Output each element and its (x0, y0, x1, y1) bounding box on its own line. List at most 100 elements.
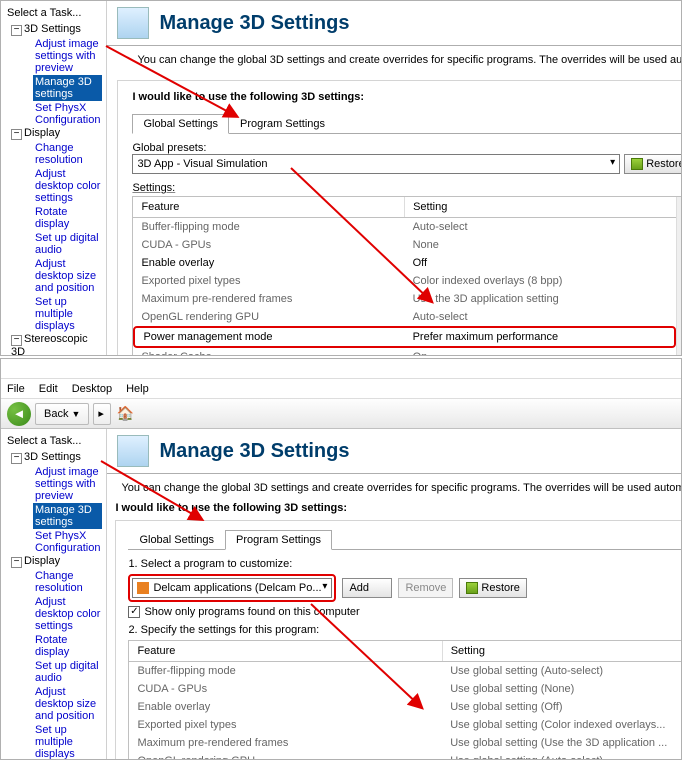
tree-toggle[interactable]: − (11, 129, 22, 140)
tree-link[interactable]: Set up multiple displays (33, 723, 102, 760)
nvidia-icon (631, 158, 643, 170)
cell-setting: Use the 3D application setting (405, 290, 676, 308)
program-dropdown[interactable]: Delcam applications (Delcam Po... (132, 578, 332, 598)
table-row[interactable]: Shader CacheOn (133, 348, 675, 356)
table-row[interactable]: Exported pixel typesUse global setting (… (129, 716, 682, 734)
cell-setting: On (405, 348, 676, 356)
add-button[interactable]: Add (342, 578, 392, 598)
settings-table: Feature Setting Buffer-flipping modeUse … (128, 640, 682, 760)
cell-setting: Use global setting (Auto-select) (442, 752, 682, 760)
tree-link[interactable]: Set up multiple displays (33, 295, 102, 333)
table-row[interactable]: CUDA - GPUsNone (133, 236, 675, 254)
tab-global-settings[interactable]: Global Settings (132, 114, 229, 134)
menu-edit[interactable]: Edit (39, 383, 58, 395)
tree-link[interactable]: Manage 3D settings (33, 75, 102, 101)
table-header: Feature Setting (129, 641, 682, 662)
tree-link[interactable]: Rotate display (33, 205, 102, 231)
show-only-checkbox[interactable]: ✓ (128, 606, 140, 618)
tree-link[interactable]: Rotate display (33, 633, 102, 659)
tree-toggle[interactable]: − (11, 557, 22, 568)
tree-link[interactable]: Set up digital audio (33, 659, 102, 685)
cell-setting: Auto-select (405, 218, 676, 236)
tab-program-settings[interactable]: Program Settings (225, 530, 332, 550)
table-row[interactable]: Exported pixel typesColor indexed overla… (133, 272, 675, 290)
home-button[interactable]: 🏠 (115, 404, 135, 424)
table-header: Feature Setting (133, 197, 675, 218)
sidebar: Select a Task... −3D SettingsAdjust imag… (1, 1, 107, 355)
restore-button[interactable]: Restore (624, 154, 682, 174)
cell-feature: Enable overlay (129, 698, 442, 716)
tree-link[interactable]: Change resolution (33, 141, 102, 167)
page-description: You can change the global 3D settings an… (107, 474, 682, 502)
cell-setting: Use global setting (Color indexed overla… (442, 716, 682, 734)
back-button[interactable]: ◄ (7, 402, 31, 426)
cell-feature: Maximum pre-rendered frames (133, 290, 404, 308)
tree-toggle[interactable]: − (11, 25, 22, 36)
app-icon (137, 582, 149, 594)
preset-row: 3D App - Visual Simulation Restore (132, 154, 682, 174)
show-only-label: Show only programs found on this compute… (144, 606, 359, 618)
tree-group-label: 3D Settings (24, 23, 81, 35)
tree-toggle[interactable]: − (11, 453, 22, 464)
step-2-label: 2. Specify the settings for this program… (128, 624, 682, 636)
scrollbar[interactable] (676, 197, 682, 356)
page-header: Manage 3D Settings (107, 1, 682, 46)
cell-feature: OpenGL rendering GPU (129, 752, 442, 760)
tree-link[interactable]: Adjust desktop size and position (33, 257, 102, 295)
tab-global-settings[interactable]: Global Settings (128, 530, 225, 550)
back-label-button[interactable]: Back ▼ (35, 403, 89, 425)
cell-setting: None (405, 236, 676, 254)
table-row[interactable]: Buffer-flipping modeAuto-select (133, 218, 675, 236)
table-row[interactable]: OpenGL rendering GPUUse global setting (… (129, 752, 682, 760)
panel-global-settings: Select a Task... −3D SettingsAdjust imag… (0, 0, 682, 356)
table-row[interactable]: Buffer-flipping modeUse global setting (… (129, 662, 682, 680)
tree-link[interactable]: Adjust desktop color settings (33, 595, 102, 633)
tree-link[interactable]: Change resolution (33, 569, 102, 595)
tree-link[interactable]: Adjust desktop color settings (33, 167, 102, 205)
panel-program-settings: File Edit Desktop Help ◄ Back ▼ ▸ 🏠 Sele… (0, 358, 682, 760)
cell-feature: Shader Cache (133, 348, 404, 356)
table-row[interactable]: Enable overlayUse global setting (Off) (129, 698, 682, 716)
table-row[interactable]: Maximum pre-rendered framesUse global se… (129, 734, 682, 752)
tree-group-label: Display (24, 127, 60, 139)
cell-setting: Auto-select (405, 308, 676, 326)
menu-help[interactable]: Help (126, 383, 149, 395)
tree-toggle[interactable]: − (11, 335, 22, 346)
cell-feature: Power management mode (135, 328, 404, 346)
tree-link[interactable]: Manage 3D settings (33, 503, 102, 529)
sidebar-title: Select a Task... (5, 5, 102, 23)
tree-link[interactable]: Adjust image settings with preview (33, 465, 102, 503)
tree-link[interactable]: Adjust image settings with preview (33, 37, 102, 75)
nvidia-icon (466, 582, 478, 594)
col-feature: Feature (129, 641, 442, 661)
tree-link[interactable]: Set up digital audio (33, 231, 102, 257)
forward-button[interactable]: ▸ (93, 403, 111, 425)
tree-link[interactable]: Set PhysX Configuration (33, 529, 102, 555)
table-row[interactable]: OpenGL rendering GPUAuto-select (133, 308, 675, 326)
step-1-label: 1. Select a program to customize: (128, 558, 682, 570)
cell-feature: Exported pixel types (129, 716, 442, 734)
tree-group-label: Stereoscopic 3D (11, 333, 88, 356)
cell-setting: Prefer maximum performance (405, 328, 674, 346)
page-title: Manage 3D Settings (159, 440, 349, 463)
menu-file[interactable]: File (7, 383, 25, 395)
tree-link[interactable]: Adjust desktop size and position (33, 685, 102, 723)
table-row[interactable]: Power management modePrefer maximum perf… (133, 326, 675, 348)
table-row[interactable]: Maximum pre-rendered framesUse the 3D ap… (133, 290, 675, 308)
table-row[interactable]: CUDA - GPUsUse global setting (None) (129, 680, 682, 698)
settings-group: I would like to use the following 3D set… (117, 80, 682, 356)
tab-program-settings[interactable]: Program Settings (229, 114, 336, 134)
cell-setting: Use global setting (Use the 3D applicati… (442, 734, 682, 752)
cell-setting: Use global setting (None) (442, 680, 682, 698)
restore-button[interactable]: Restore (459, 578, 527, 598)
menu-desktop[interactable]: Desktop (72, 383, 112, 395)
remove-button: Remove (398, 578, 453, 598)
task-tree: −3D SettingsAdjust image settings with p… (5, 451, 102, 760)
page-description: You can change the global 3D settings an… (107, 46, 682, 74)
table-row[interactable]: Enable overlayOff (133, 254, 675, 272)
global-preset-dropdown[interactable]: 3D App - Visual Simulation (132, 154, 620, 174)
settings-table: Feature Setting Buffer-flipping modeAuto… (132, 196, 682, 356)
cell-setting: Color indexed overlays (8 bpp) (405, 272, 676, 290)
sidebar-title: Select a Task... (5, 433, 102, 451)
tree-link[interactable]: Set PhysX Configuration (33, 101, 102, 127)
